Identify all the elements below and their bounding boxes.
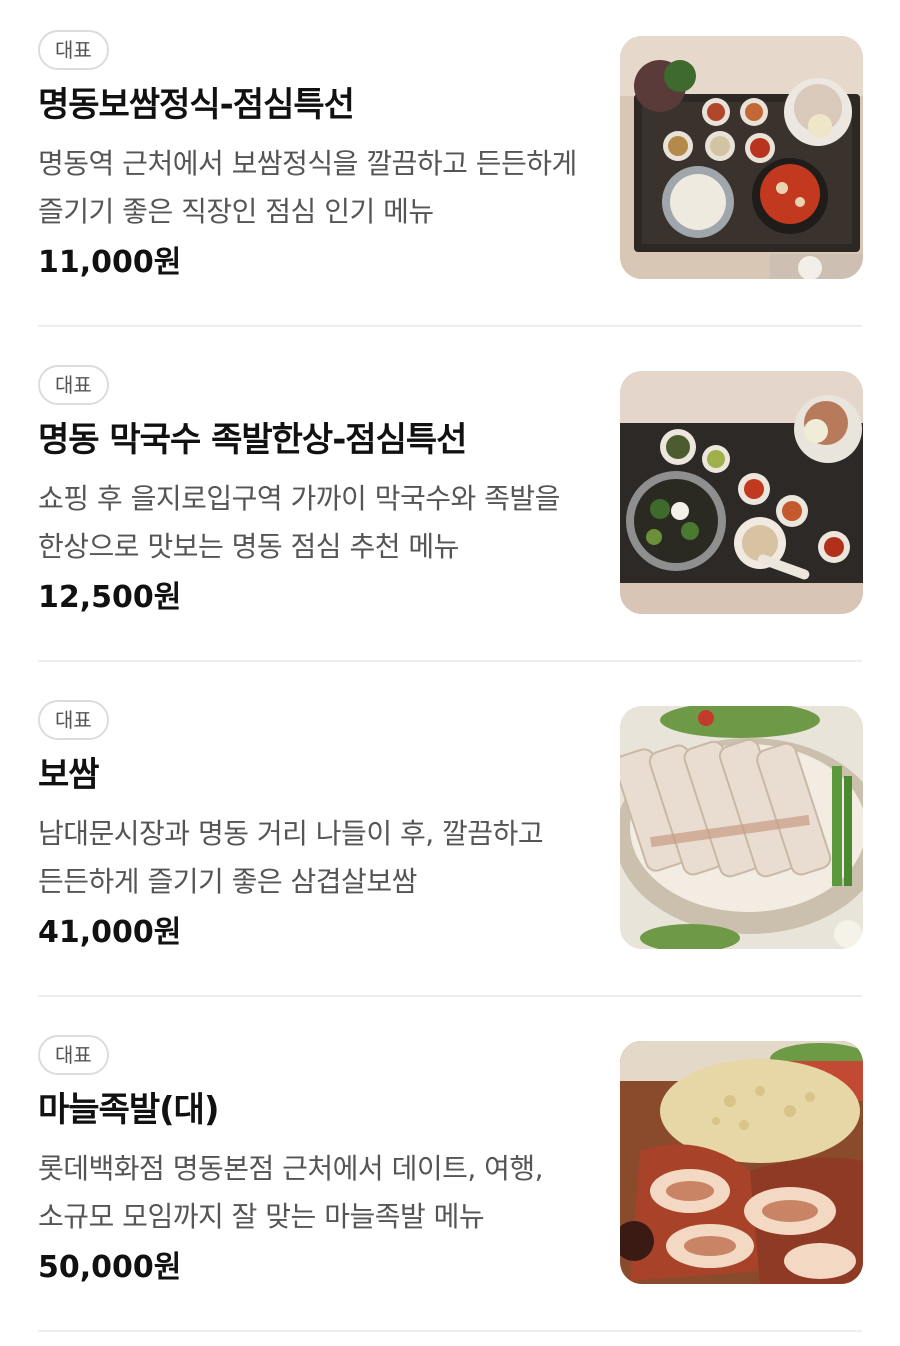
menu-item[interactable]: 대표 명동 막국수 족발한상-점심특선 쇼핑 후 을지로입구역 가까이 막국수와… — [0, 335, 900, 670]
menu-item[interactable]: 대표 보쌈 남대문시장과 명동 거리 나들이 후, 깔끔하고 든든하게 즐기기 … — [0, 670, 900, 1005]
item-divider — [38, 1330, 862, 1332]
menu-item-name: 마늘족발(대) — [38, 1090, 219, 1130]
menu-item-description: 쇼핑 후 을지로입구역 가까이 막국수와 족발을 한상으로 맛보는 명동 점심 … — [38, 482, 560, 563]
menu-item-price: 50,000원 — [38, 1250, 182, 1285]
signature-badge: 대표 — [38, 700, 109, 740]
menu-item-name: 보쌈 — [38, 755, 100, 795]
bossam-pork-belly-photo[interactable] — [620, 706, 863, 949]
menu-item[interactable]: 대표 마늘족발(대) 롯데백화점 명동본점 근처에서 데이트, 여행, 소규모 … — [0, 1005, 900, 1340]
signature-badge: 대표 — [38, 1035, 109, 1075]
signature-badge: 대표 — [38, 365, 109, 405]
menu-item[interactable]: 대표 명동보쌈정식-점심특선 명동역 근처에서 보쌈정식을 깔끔하고 든든하게 … — [0, 0, 900, 335]
menu-item-name: 명동보쌈정식-점심특선 — [38, 85, 355, 125]
makguksu-jokbal-set-photo[interactable] — [620, 371, 863, 614]
menu-list: 대표 명동보쌈정식-점심특선 명동역 근처에서 보쌈정식을 깔끔하고 든든하게 … — [0, 0, 900, 1346]
menu-item-price: 12,500원 — [38, 580, 182, 615]
menu-item-name: 명동 막국수 족발한상-점심특선 — [38, 420, 467, 460]
item-divider — [38, 660, 862, 662]
signature-badge: 대표 — [38, 30, 109, 70]
menu-item-description: 명동역 근처에서 보쌈정식을 깔끔하고 든든하게 즐기기 좋은 직장인 점심 인… — [38, 147, 577, 228]
menu-item-price: 11,000원 — [38, 245, 182, 280]
bossam-set-meal-photo[interactable] — [620, 36, 863, 279]
item-divider — [38, 325, 862, 327]
menu-item-price: 41,000원 — [38, 915, 182, 950]
menu-item-description: 남대문시장과 명동 거리 나들이 후, 깔끔하고 든든하게 즐기기 좋은 삼겹살… — [38, 817, 544, 898]
garlic-jokbal-photo[interactable] — [620, 1041, 863, 1284]
item-divider — [38, 995, 862, 997]
menu-item-description: 롯데백화점 명동본점 근처에서 데이트, 여행, 소규모 모임까지 잘 맞는 마… — [38, 1152, 544, 1233]
